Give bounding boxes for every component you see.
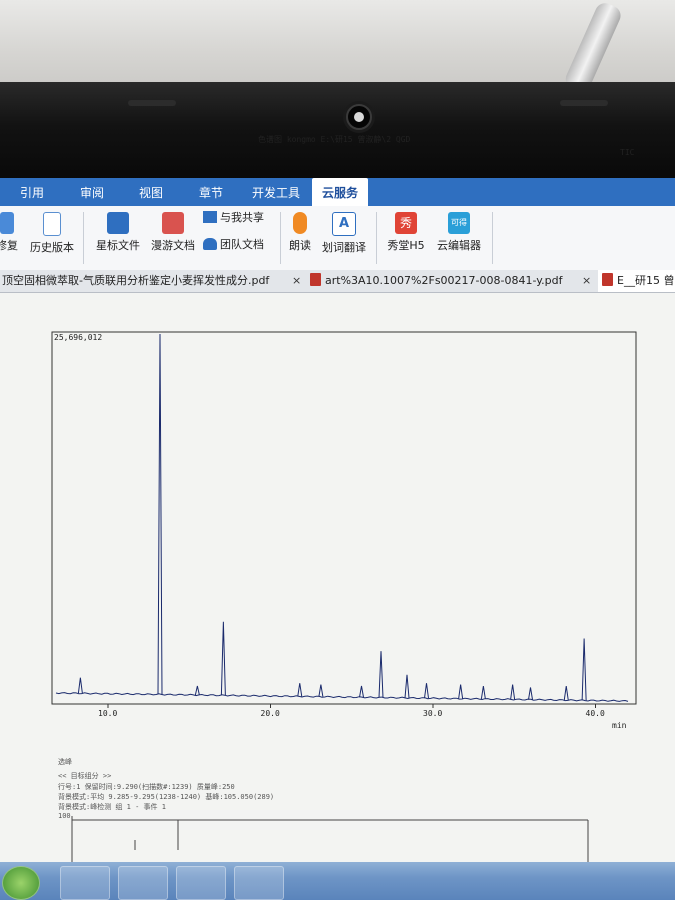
- team-icon: [203, 238, 217, 250]
- x-tick-label: 40.0: [586, 709, 605, 718]
- ribbon-separator: [83, 212, 84, 264]
- y-max-label: 25,696,012: [54, 333, 102, 342]
- roaming-docs-button[interactable]: 漫游文档: [148, 212, 198, 253]
- starred-files-label: 星标文件: [96, 239, 140, 252]
- report-line-peak-select: 选峰: [58, 758, 72, 766]
- x-tick-label: 30.0: [423, 709, 442, 718]
- cloud-editor-button[interactable]: 可得 云编辑器: [432, 212, 486, 253]
- chromatogram-peak: [318, 684, 324, 697]
- team-docs-button[interactable]: 团队文档: [203, 236, 273, 252]
- chromatogram-peak: [510, 684, 516, 700]
- doc-tab-title: E__研15 曾: [617, 274, 675, 287]
- shared-icon: [203, 211, 217, 223]
- history-version-icon: [43, 212, 61, 236]
- starred-files-button[interactable]: 星标文件: [93, 212, 143, 253]
- webcam-icon: [346, 104, 372, 130]
- roaming-docs-label: 漫游文档: [151, 239, 195, 252]
- tab-review[interactable]: 审阅: [80, 178, 104, 206]
- bezel-speaker-left: [128, 100, 176, 106]
- ribbon-separator: [280, 212, 281, 264]
- doc-tab-art-springer[interactable]: art%3A10.1007%2Fs00217-008-0841-y.pdf: [310, 270, 572, 292]
- close-tab-icon[interactable]: ×: [292, 270, 301, 292]
- word-translate-label: 划词翻译: [322, 241, 366, 254]
- translate-icon: A: [332, 212, 356, 236]
- chromatogram-peak: [378, 651, 384, 698]
- ribbon-toolbar: 修复 历史版本 星标文件 漫游文档 与我共享 团队文档 朗读 A 划词翻译 秀 …: [0, 206, 675, 271]
- close-tab-icon[interactable]: ×: [582, 270, 591, 292]
- tab-developer[interactable]: 开发工具: [252, 178, 300, 206]
- microphone-icon: [293, 212, 307, 234]
- history-version-label: 历史版本: [30, 241, 74, 254]
- tab-cloud-service[interactable]: 云服务: [312, 178, 369, 206]
- read-aloud-button[interactable]: 朗读: [285, 212, 315, 253]
- chromatogram-peak: [359, 685, 364, 698]
- shared-with-me-label: 与我共享: [220, 211, 264, 224]
- x-unit-label: min: [612, 721, 627, 730]
- report-line-target: << 目标组分 >>: [58, 772, 112, 780]
- chromatogram-peak: [404, 674, 410, 698]
- chromatogram-peak: [297, 683, 303, 697]
- chromatogram-peak: [528, 687, 533, 700]
- chromatogram-peak: [194, 685, 200, 696]
- taskbar-app-pdf[interactable]: [234, 866, 284, 900]
- roaming-folder-icon: [162, 212, 184, 234]
- doc-tab-wheat-volatiles[interactable]: 顶空固相微萃取-气质联用分析鉴定小麦挥发性成分.pdf: [2, 270, 282, 292]
- repair-button[interactable]: 修复: [0, 212, 22, 253]
- shared-with-me-button[interactable]: 与我共享: [203, 209, 273, 225]
- chromatogram-peak: [77, 677, 83, 694]
- taskbar-app-graphics[interactable]: [118, 866, 168, 900]
- taskbar-app-wps-writer[interactable]: [176, 866, 226, 900]
- doc-tab-title: art%3A10.1007%2Fs00217-008-0841-y.pdf: [325, 274, 563, 287]
- doc-tab-active-chromatogram[interactable]: E__研15 曾: [598, 270, 675, 292]
- chromatogram-peak: [424, 683, 429, 699]
- cloud-editor-label: 云编辑器: [437, 239, 481, 252]
- chromatogram-peak: [220, 621, 226, 696]
- x-tick-label: 20.0: [261, 709, 280, 718]
- star-folder-icon: [107, 212, 129, 234]
- chromatogram-peak: [157, 333, 163, 695]
- xiutang-h5-label: 秀堂H5: [387, 239, 425, 252]
- tab-view[interactable]: 视图: [139, 178, 163, 206]
- document-tab-bar: 顶空固相微萃取-气质联用分析鉴定小麦挥发性成分.pdf × art%3A10.1…: [0, 270, 675, 293]
- cloud-editor-icon: 可得: [448, 212, 470, 234]
- xiutang-icon: 秀: [395, 212, 417, 234]
- ribbon-separator: [376, 212, 377, 264]
- mass-spectrum-frame: [71, 816, 589, 862]
- report-line-retention: 行号:1 保留时间:9.290(扫描数#:1239) 质量峰:250: [58, 783, 235, 791]
- history-version-button[interactable]: 历史版本: [27, 212, 77, 255]
- pdf-file-icon: [602, 273, 613, 286]
- x-tick-label: 10.0: [98, 709, 117, 718]
- ribbon-separator: [492, 212, 493, 264]
- tic-label: TIC: [620, 148, 635, 157]
- chromatogram-peak: [480, 685, 486, 700]
- pdf-file-icon: [310, 273, 321, 286]
- repair-icon: [0, 212, 14, 234]
- bezel-speaker-right: [560, 100, 608, 106]
- report-line-detection: 背景模式:峰检测 组 1 - 事件 1: [58, 803, 166, 811]
- chromatogram-trace: [55, 692, 629, 702]
- chromatogram-header: 色谱图 kongmo E:\研15 曾淑静\2 QGD: [258, 135, 411, 144]
- taskbar-app-cloud[interactable]: [60, 866, 110, 900]
- chromatogram-peak: [563, 685, 569, 701]
- chromatogram-peak: [458, 684, 464, 699]
- doc-tab-title: 顶空固相微萃取-气质联用分析鉴定小麦挥发性成分.pdf: [2, 274, 270, 287]
- chromatogram-chart: 25,696,012 min 10.0 20.0 30.0 40.0: [51, 331, 637, 730]
- team-docs-label: 团队文档: [220, 238, 264, 251]
- read-aloud-label: 朗读: [289, 239, 311, 252]
- repair-label: 修复: [0, 239, 18, 252]
- chromatogram-peak: [581, 638, 587, 701]
- tab-chapter[interactable]: 章节: [199, 178, 223, 206]
- tab-references[interactable]: 引用: [20, 178, 44, 206]
- monitor-bezel: [0, 82, 675, 180]
- xiutang-h5-button[interactable]: 秀 秀堂H5: [383, 212, 429, 253]
- report-line-background: 背景模式:平均 9.285-9.295(1238-1240) 基峰:105.05…: [58, 793, 275, 801]
- chart-frame: [51, 331, 637, 705]
- start-button[interactable]: [2, 866, 40, 900]
- word-translate-button[interactable]: A 划词翻译: [318, 212, 370, 255]
- ribbon-tab-bar: 引用 审阅 视图 章节 开发工具 云服务: [0, 178, 675, 206]
